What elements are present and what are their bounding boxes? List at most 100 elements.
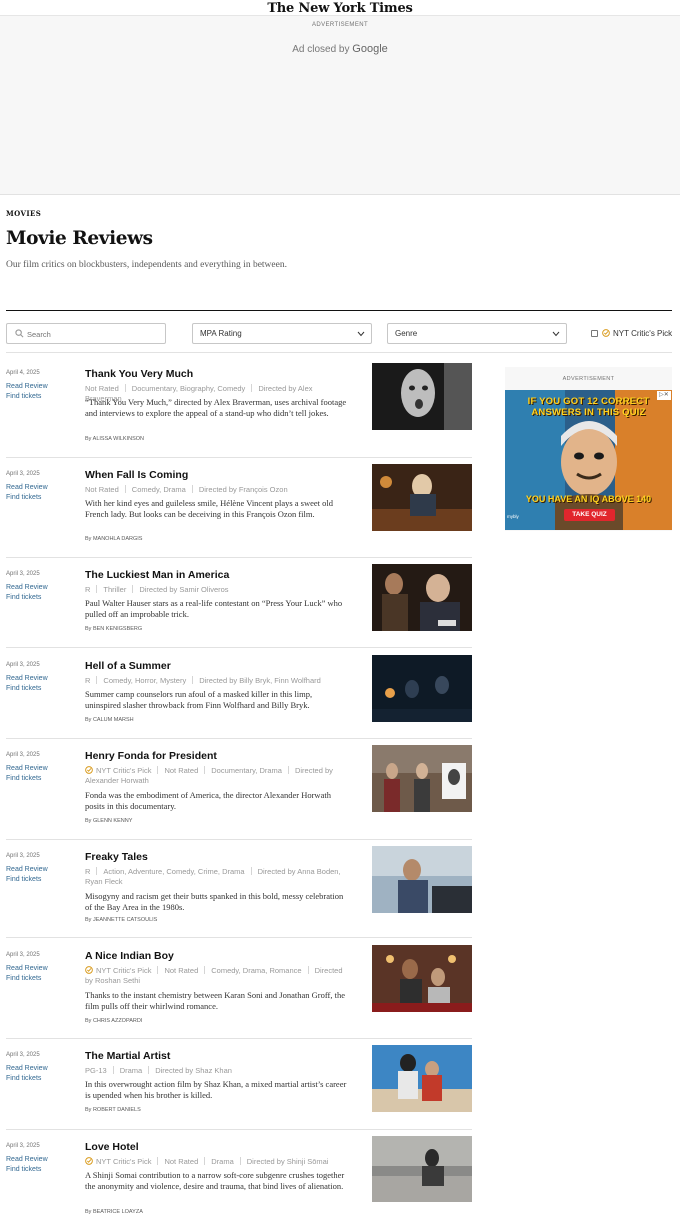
mpa-rating-select[interactable]: MPA Rating xyxy=(192,323,372,344)
quiz-ad-creative[interactable]: ▷✕ IF YOU GOT 12 CORRECT ANSWERS IN THIS… xyxy=(505,390,672,530)
movie-thumbnail[interactable] xyxy=(372,846,472,913)
byline: By ALISSA WILKINSON xyxy=(85,436,145,442)
byline: By BEATRICE LOAYZA xyxy=(85,1209,143,1215)
byline: By ROBERT DANIELS xyxy=(85,1107,141,1113)
find-tickets-link[interactable]: Find tickets xyxy=(6,1075,41,1082)
filters-rule xyxy=(6,352,672,353)
find-tickets-link[interactable]: Find tickets xyxy=(6,775,41,782)
movie-meta: R Comedy, Horror, Mystery Directed by Bill… xyxy=(85,676,350,686)
review-summary: A Shinji Somai contribution to a narrow … xyxy=(85,1170,345,1191)
find-tickets-link[interactable]: Find tickets xyxy=(6,876,41,883)
find-tickets-link[interactable]: Find tickets xyxy=(6,685,41,692)
review-summary: Misogyny and racism get their butts span… xyxy=(85,891,344,912)
critic-name: JEANNETTE CATSOULIS xyxy=(92,917,158,923)
critic-name: ROBERT DANIELS xyxy=(92,1107,141,1113)
find-tickets-link[interactable]: Find tickets xyxy=(6,393,41,400)
mpa-rating: PG-13 xyxy=(85,1066,107,1075)
movie-title[interactable]: Hell of a Summer xyxy=(85,660,171,672)
section-kicker[interactable]: MOVIES xyxy=(6,209,41,218)
search-box[interactable] xyxy=(6,323,166,344)
read-review-link[interactable]: Read Review xyxy=(6,965,48,972)
genres: Comedy, Drama, Romance xyxy=(211,966,302,975)
masthead: The New York Times xyxy=(0,0,680,16)
genres: Drama xyxy=(119,1066,143,1075)
find-tickets-link[interactable]: Find tickets xyxy=(6,594,41,601)
movie-thumbnail[interactable] xyxy=(372,945,472,1012)
review-summary: In this overwrought action film by Shaz … xyxy=(85,1079,347,1100)
movie-meta: NYT Critic's Pick Not Rated Documentary, D… xyxy=(85,766,350,786)
critics-pick-icon xyxy=(85,966,93,974)
movie-title[interactable]: The Luckiest Man in America xyxy=(85,569,229,581)
movie-title[interactable]: A Nice Indian Boy xyxy=(85,950,174,962)
take-quiz-button[interactable]: TAKE QUIZ xyxy=(564,509,615,521)
genres: Documentary, Biography, Comedy xyxy=(131,384,246,393)
movie-title[interactable]: The Martial Artist xyxy=(85,1050,170,1062)
read-review-link[interactable]: Read Review xyxy=(6,584,48,591)
critics-pick-icon xyxy=(85,1157,93,1165)
ad-label: ADVERTISEMENT xyxy=(311,22,369,28)
critic-name: BEATRICE LOAYZA xyxy=(92,1209,143,1215)
mpa-rating: Not Rated xyxy=(164,1157,199,1166)
read-review-link[interactable]: Read Review xyxy=(6,866,48,873)
review-summary: Paul Walter Hauser stars as a real-life … xyxy=(85,598,343,619)
review-summary: Fonda was the embodiment of America, the… xyxy=(85,790,331,811)
movie-title[interactable]: Thank You Very Much xyxy=(85,368,193,380)
review-date: April 3, 2025 xyxy=(6,952,40,958)
movie-thumbnail[interactable] xyxy=(372,655,472,722)
search-input[interactable] xyxy=(27,327,161,341)
review-summary: With her kind eyes and guileless smile, … xyxy=(85,498,334,519)
critics-pick-badge: NYT Critic's Pick xyxy=(96,966,152,975)
movie-title[interactable]: Freaky Tales xyxy=(85,851,148,863)
byline: By CALUM MARSH xyxy=(85,717,134,723)
review-divider xyxy=(6,1038,472,1039)
movie-thumbnail[interactable] xyxy=(372,363,472,430)
critic-name: CALUM MARSH xyxy=(92,717,134,723)
genres: Comedy, Horror, Mystery xyxy=(103,676,187,685)
genres: Comedy, Drama xyxy=(131,485,186,494)
review-date: April 3, 2025 xyxy=(6,571,40,577)
find-tickets-link[interactable]: Find tickets xyxy=(6,1166,41,1173)
quiz-tagline: YOU HAVE AN IQ ABOVE 140 xyxy=(525,494,652,504)
genre-select[interactable]: Genre xyxy=(387,323,567,344)
review-summary: “Thank You Very Much,” directed by Alex … xyxy=(85,397,347,418)
mpa-rating: Not Rated xyxy=(164,966,199,975)
director: Directed by Shaz Khan xyxy=(155,1066,232,1075)
read-review-link[interactable]: Read Review xyxy=(6,484,48,491)
critics-pick-filter[interactable]: NYT Critic's Pick xyxy=(591,327,672,339)
critics-pick-checkbox[interactable] xyxy=(591,329,598,337)
review-divider xyxy=(6,647,472,648)
mpa-rating: Not Rated xyxy=(85,384,119,393)
movie-thumbnail[interactable] xyxy=(372,564,472,631)
movie-meta: PG-13 Drama Directed by Shaz Khan xyxy=(85,1066,350,1076)
movie-title[interactable]: Love Hotel xyxy=(85,1141,139,1153)
movie-thumbnail[interactable] xyxy=(372,1136,472,1202)
find-tickets-link[interactable]: Find tickets xyxy=(6,975,41,982)
movie-thumbnail[interactable] xyxy=(372,745,472,812)
review-divider xyxy=(6,1129,472,1130)
mpa-rating-label: MPA Rating xyxy=(200,329,242,338)
read-review-link[interactable]: Read Review xyxy=(6,1065,48,1072)
find-tickets-link[interactable]: Find tickets xyxy=(6,494,41,501)
nyt-logo[interactable]: The New York Times xyxy=(267,1,413,16)
byline: By CHRIS AZZOPARDI xyxy=(85,1018,143,1024)
movie-title[interactable]: When Fall Is Coming xyxy=(85,469,188,481)
movie-meta: R Action, Adventure, Comedy, Crime, Drama… xyxy=(85,867,350,887)
read-review-link[interactable]: Read Review xyxy=(6,675,48,682)
review-date: April 3, 2025 xyxy=(6,1143,40,1149)
movie-meta: NYT Critic's Pick Not Rated Drama Directed … xyxy=(85,1157,350,1167)
top-ad: ADVERTISEMENT Ad closed by Google xyxy=(0,16,680,195)
review-summary: Summer camp counselors run afoul of a ma… xyxy=(85,689,313,710)
byline: By JEANNETTE CATSOULIS xyxy=(85,917,158,923)
director: Directed by Samir Oliveros xyxy=(139,585,229,594)
read-review-link[interactable]: Read Review xyxy=(6,765,48,772)
read-review-link[interactable]: Read Review xyxy=(6,383,48,390)
ad-brand: mybly xyxy=(507,514,519,519)
movie-thumbnail[interactable] xyxy=(372,1045,472,1112)
read-review-link[interactable]: Read Review xyxy=(6,1156,48,1163)
genres: Drama xyxy=(211,1157,234,1166)
review-summary: Thanks to the instant chemistry between … xyxy=(85,990,345,1011)
movie-title[interactable]: Henry Fonda for President xyxy=(85,750,217,762)
movie-thumbnail[interactable] xyxy=(372,464,472,531)
director: Directed by Shinji Sōmai xyxy=(246,1157,329,1166)
review-date: April 3, 2025 xyxy=(6,752,40,758)
